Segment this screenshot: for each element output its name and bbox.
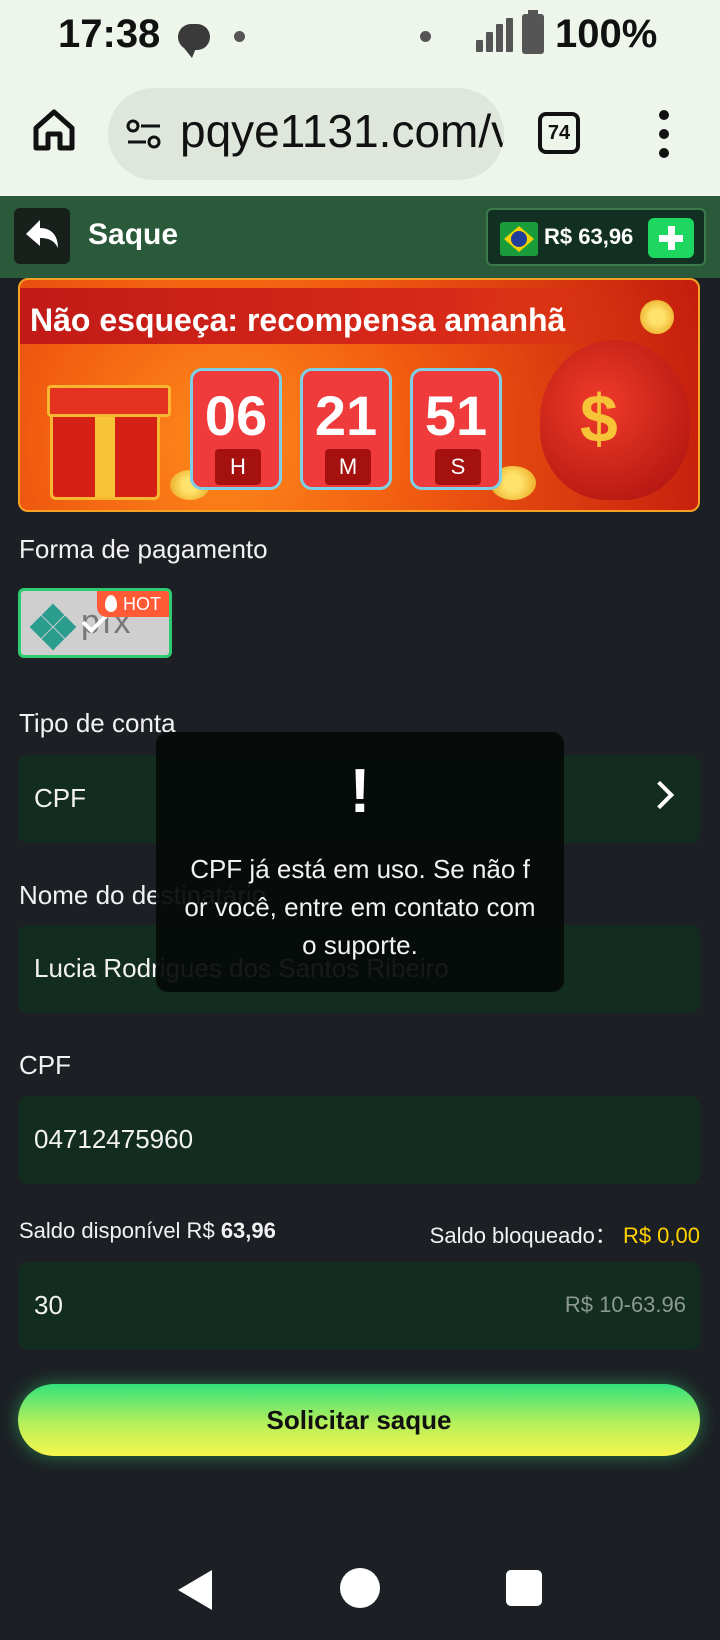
blocked-balance: Saldo bloqueado： R$ 0,00: [430, 1218, 700, 1250]
money-bag-image: $: [540, 340, 690, 500]
countdown-value: 21: [314, 384, 378, 447]
system-nav-bar: [0, 1520, 720, 1640]
cpf-label: CPF: [19, 1050, 71, 1080]
plus-icon[interactable]: [648, 218, 694, 258]
account-type-value: CPF: [34, 783, 86, 813]
signal-icon: [476, 18, 516, 52]
more-vert-icon[interactable]: [652, 110, 676, 158]
hot-badge: HOT: [97, 591, 169, 617]
back-arrow-icon: [26, 220, 58, 248]
gift-box-image: [47, 385, 171, 500]
coin-image: [640, 300, 674, 334]
reward-banner[interactable]: Não esqueça: recompensa amanhã $ 06 H 21…: [18, 278, 700, 512]
warning-icon: !: [349, 757, 371, 826]
request-withdrawal-button[interactable]: Solicitar saque: [18, 1384, 700, 1456]
pix-payment-option[interactable]: pix HOT: [18, 588, 172, 658]
countdown-unit: M: [325, 449, 371, 485]
notification-dot-icon: [420, 31, 431, 42]
tune-icon[interactable]: [126, 118, 162, 150]
countdown-hours: 06 H: [190, 368, 282, 490]
toast-message: CPF já está em uso. Se não for você, ent…: [184, 854, 536, 960]
available-balance-value: 63,96: [220, 1218, 276, 1243]
url-text[interactable]: pqye1131.com/v: [180, 104, 504, 158]
nav-back-icon[interactable]: [178, 1570, 212, 1610]
status-time: 17:38: [58, 12, 161, 56]
cpf-value: 04712475960: [34, 1124, 194, 1154]
balance-widget: R$ 63,96: [486, 208, 706, 266]
error-toast: ! CPF já está em uso. Se não for você, e…: [156, 732, 564, 992]
battery-icon: [522, 10, 544, 54]
brazil-flag-icon: [500, 222, 538, 256]
countdown-unit: S: [435, 449, 481, 485]
chevron-right-icon: [645, 780, 675, 810]
browser-toolbar: pqye1131.com/v 74: [0, 74, 720, 196]
flame-icon: [105, 595, 117, 612]
cpf-field[interactable]: 04712475960: [18, 1096, 700, 1184]
payment-method-label: Forma de pagamento: [19, 534, 268, 564]
back-button[interactable]: [14, 208, 70, 264]
page-title: Saque: [88, 218, 179, 251]
banner-text: Não esqueça: recompensa amanhã: [30, 302, 566, 338]
countdown-unit: H: [215, 449, 261, 485]
home-icon[interactable]: [30, 106, 78, 154]
nav-recents-icon[interactable]: [506, 1570, 542, 1606]
notification-dot-icon: [234, 31, 245, 42]
available-balance-label: Saldo disponível R$: [19, 1218, 215, 1243]
balance-amount: R$ 63,96: [544, 224, 634, 249]
blocked-balance-value: R$ 0,00: [622, 1223, 700, 1248]
status-bar: 17:38 100%: [0, 0, 720, 74]
countdown-value: 51: [424, 384, 488, 447]
amount-range-hint: R$ 10-63.96: [564, 1292, 686, 1317]
amount-input[interactable]: 30 R$ 10-63.96: [18, 1262, 700, 1350]
battery-percent: 100%: [555, 12, 658, 56]
app-header: Saque R$ 63,96: [0, 196, 720, 278]
countdown-minutes: 21 M: [300, 368, 392, 490]
tab-switcher-button[interactable]: 74: [538, 112, 580, 154]
account-type-label: Tipo de conta: [19, 708, 176, 738]
message-notification-icon: [178, 24, 210, 58]
available-balance: Saldo disponível R$ 63,96: [19, 1218, 276, 1244]
address-bar[interactable]: pqye1131.com/v: [108, 88, 504, 180]
banner-strip: Não esqueça: recompensa amanhã: [20, 288, 640, 344]
countdown-seconds: 51 S: [410, 368, 502, 490]
nav-home-icon[interactable]: [340, 1568, 380, 1608]
blocked-balance-label: Saldo bloqueado：: [429, 1223, 617, 1248]
countdown-value: 06: [204, 384, 268, 447]
pix-logo-icon: [29, 603, 77, 651]
amount-value: 30: [34, 1290, 63, 1320]
hot-badge-text: HOT: [123, 594, 161, 614]
